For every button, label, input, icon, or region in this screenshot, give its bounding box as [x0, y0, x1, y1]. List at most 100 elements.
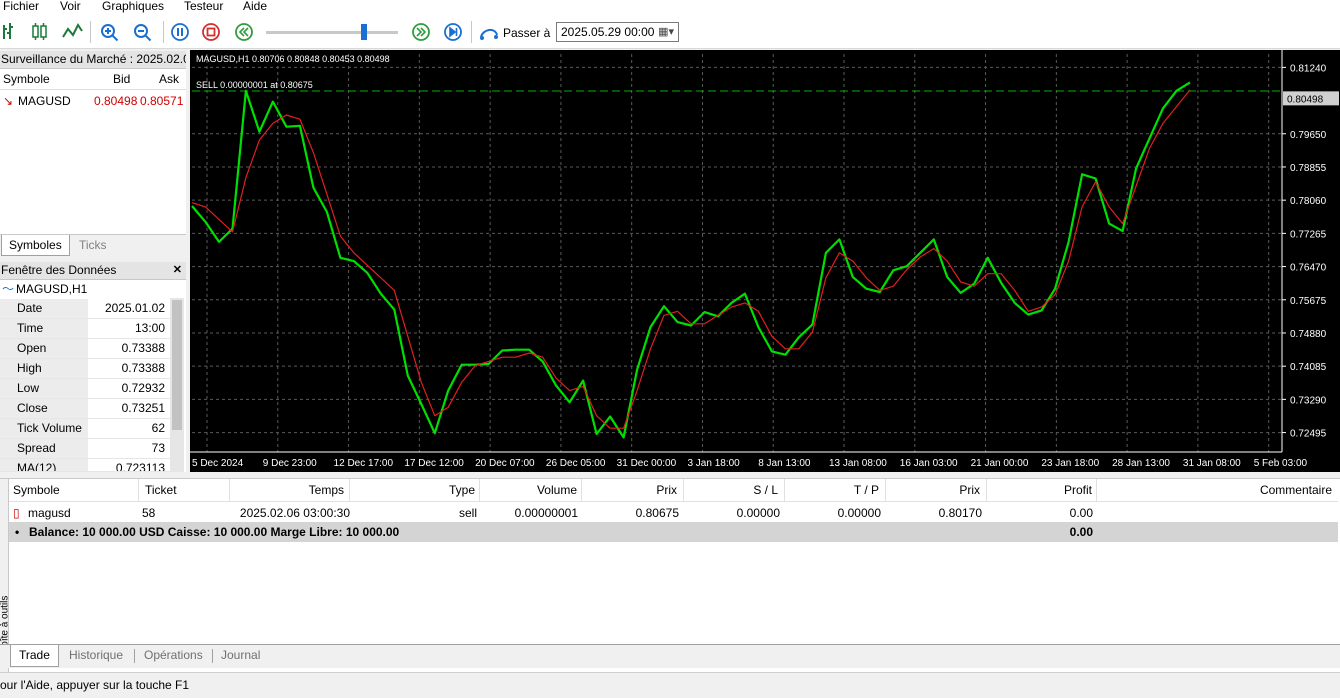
data-row-label: Date	[0, 299, 88, 318]
toolbar: Passer à 2025.05.29 00:00 ▦▾	[0, 15, 1340, 49]
stop-icon[interactable]	[199, 15, 223, 49]
data-row-label: Tick Volume	[0, 419, 88, 438]
col-sl[interactable]: S / L	[684, 479, 785, 502]
tab-journal[interactable]: Journal	[213, 645, 268, 667]
data-row: Time 13:00	[0, 319, 170, 339]
col-volume[interactable]: Volume	[480, 479, 582, 502]
tab-ticks[interactable]: Ticks	[72, 235, 114, 256]
trade-row[interactable]: ▯ magusd 58 2025.02.06 03:00:30 sell 0.0…	[9, 503, 1338, 523]
zoom-in-icon[interactable]	[98, 15, 122, 49]
menu-aide[interactable]: Aide	[243, 0, 267, 13]
market-watch-title: Surveillance du Marché : 2025.02.06	[0, 51, 186, 69]
data-row-value: 73	[151, 441, 165, 455]
candlestick-icon[interactable]	[28, 15, 52, 49]
data-row: High 0.73388	[0, 359, 170, 379]
tab-separator	[134, 649, 135, 663]
trade-profit: 0.00	[1069, 506, 1093, 520]
speed-slider-thumb[interactable]	[361, 24, 367, 40]
data-row-value: 0.72932	[121, 381, 165, 395]
data-row-value: 2025.01.02	[104, 301, 165, 315]
col-ask[interactable]: Ask	[159, 72, 179, 86]
market-watch-row[interactable]: ↘ MAGUSD 0.80498 0.80571	[0, 91, 186, 111]
x-tick-label: 31 Jan 08:00	[1183, 458, 1241, 469]
trade-time: 2025.02.06 03:00:30	[239, 506, 350, 520]
y-tick-label: 0.73290	[1290, 395, 1327, 406]
tab-trade[interactable]: Trade	[10, 645, 59, 667]
col-type[interactable]: Type	[350, 479, 480, 502]
data-row: Tick Volume 62	[0, 419, 170, 439]
toolbar-separator	[163, 21, 164, 43]
x-tick-label: 21 Jan 00:00	[971, 458, 1029, 469]
y-tick-label: 0.75675	[1290, 296, 1327, 307]
col-prix[interactable]: Prix	[582, 479, 684, 502]
y-tick-label: 0.78060	[1290, 196, 1327, 207]
data-window-scroll-thumb[interactable]	[172, 300, 182, 430]
col-tp[interactable]: T / P	[785, 479, 886, 502]
x-tick-label: 5 Feb 03:00	[1254, 458, 1308, 469]
close-icon[interactable]: ✕	[173, 262, 182, 279]
fast-forward-icon[interactable]	[409, 15, 433, 49]
rewind-icon[interactable]	[232, 15, 256, 49]
balance-row: • Balance: 10 000.00 USD Caisse: 10 000.…	[9, 522, 1338, 542]
y-tick-label: 0.76470	[1290, 263, 1327, 274]
data-row-label: Open	[0, 339, 88, 358]
trade-ticket: 58	[142, 506, 156, 520]
tab-historique[interactable]: Historique	[61, 645, 131, 667]
x-tick-label: 20 Dec 07:00	[475, 458, 535, 469]
data-row-value: 0.73388	[121, 341, 165, 355]
data-window-title-text: Fenêtre des Données	[1, 263, 117, 277]
col-profit[interactable]: Profit	[987, 479, 1097, 502]
sell-order-icon: ▯	[13, 506, 20, 520]
tab-symboles[interactable]: Symboles	[1, 235, 70, 256]
goto-date-input[interactable]: 2025.05.29 00:00 ▦▾	[556, 22, 679, 42]
col-prix-actuel[interactable]: Prix	[886, 479, 987, 502]
x-tick-label: 13 Jan 08:00	[829, 458, 887, 469]
terminal-window: Fichier Voir Graphiques Testeur Aide Pas…	[0, 0, 1340, 698]
col-symbole[interactable]: Symbole	[3, 72, 50, 86]
goto-icon[interactable]	[477, 15, 501, 49]
data-row-value: 0.73388	[121, 361, 165, 375]
menu-testeur[interactable]: Testeur	[184, 0, 223, 13]
menu-graphiques[interactable]: Graphiques	[102, 0, 164, 13]
toolbar-separator	[471, 21, 472, 43]
bullet-icon: •	[15, 525, 20, 539]
status-bar: our l'Aide, appuyer sur la touche F1	[0, 672, 1340, 698]
calendar-icon[interactable]: ▦▾	[658, 25, 674, 38]
col-symbole[interactable]: Symbole	[9, 479, 139, 502]
col-bid[interactable]: Bid	[113, 72, 130, 86]
y-tick-label: 0.81240	[1290, 63, 1327, 74]
data-window-panel: Fenêtre des Données ✕ 〜 MAGUSD,H1 Date 20…	[0, 262, 186, 472]
data-window-symbol: 〜 MAGUSD,H1	[0, 280, 186, 298]
x-tick-label: 26 Dec 05:00	[546, 458, 606, 469]
tab-operations[interactable]: Opérations	[136, 645, 211, 667]
market-watch-tabs: Symboles Ticks	[0, 234, 186, 256]
market-watch-title-text: Surveillance du Marché : 2025.02.06	[1, 52, 186, 66]
trade-symbol: magusd	[28, 506, 71, 520]
data-row-label: Close	[0, 399, 88, 418]
x-tick-label: 5 Dec 2024	[192, 458, 244, 469]
toolbox-panel: Boîte à outils Symbole Ticket Temps Type…	[0, 478, 1340, 673]
step-forward-icon[interactable]	[441, 15, 465, 49]
bar-chart-icon[interactable]	[0, 15, 24, 49]
line-chart-icon[interactable]	[60, 15, 84, 49]
menu-fichier[interactable]: Fichier	[3, 0, 39, 13]
col-temps[interactable]: Temps	[230, 479, 350, 502]
data-row-label: High	[0, 359, 88, 378]
toolbox-tabs: Trade Historique Opérations Journal	[0, 644, 1340, 668]
speed-slider-track[interactable]	[266, 31, 398, 34]
zoom-out-icon[interactable]	[131, 15, 155, 49]
col-ticket[interactable]: Ticket	[139, 479, 230, 502]
data-row-label: Low	[0, 379, 88, 398]
balance-text: Balance: 10 000.00 USD Caisse: 10 000.00…	[29, 525, 400, 539]
chart-canvas[interactable]: 0.80498 0.81240 0.79650 0.78855 0.78060 0.772…	[190, 50, 1340, 472]
data-row: Spread 73	[0, 439, 170, 459]
toolbar-separator	[90, 21, 91, 43]
menu-voir[interactable]: Voir	[60, 0, 81, 13]
x-tick-label: 31 Dec 00:00	[617, 458, 677, 469]
ask-value: 0.80571	[140, 94, 184, 108]
market-watch-panel: Surveillance du Marché : 2025.02.06 Symb…	[0, 51, 186, 234]
col-commentaire[interactable]: Commentaire	[1097, 479, 1338, 502]
pause-icon[interactable]	[168, 15, 192, 49]
price-chart[interactable]: 0.80498 0.81240 0.79650 0.78855 0.78060 0.772…	[190, 50, 1340, 472]
balance-profit: 0.00	[1069, 525, 1093, 539]
